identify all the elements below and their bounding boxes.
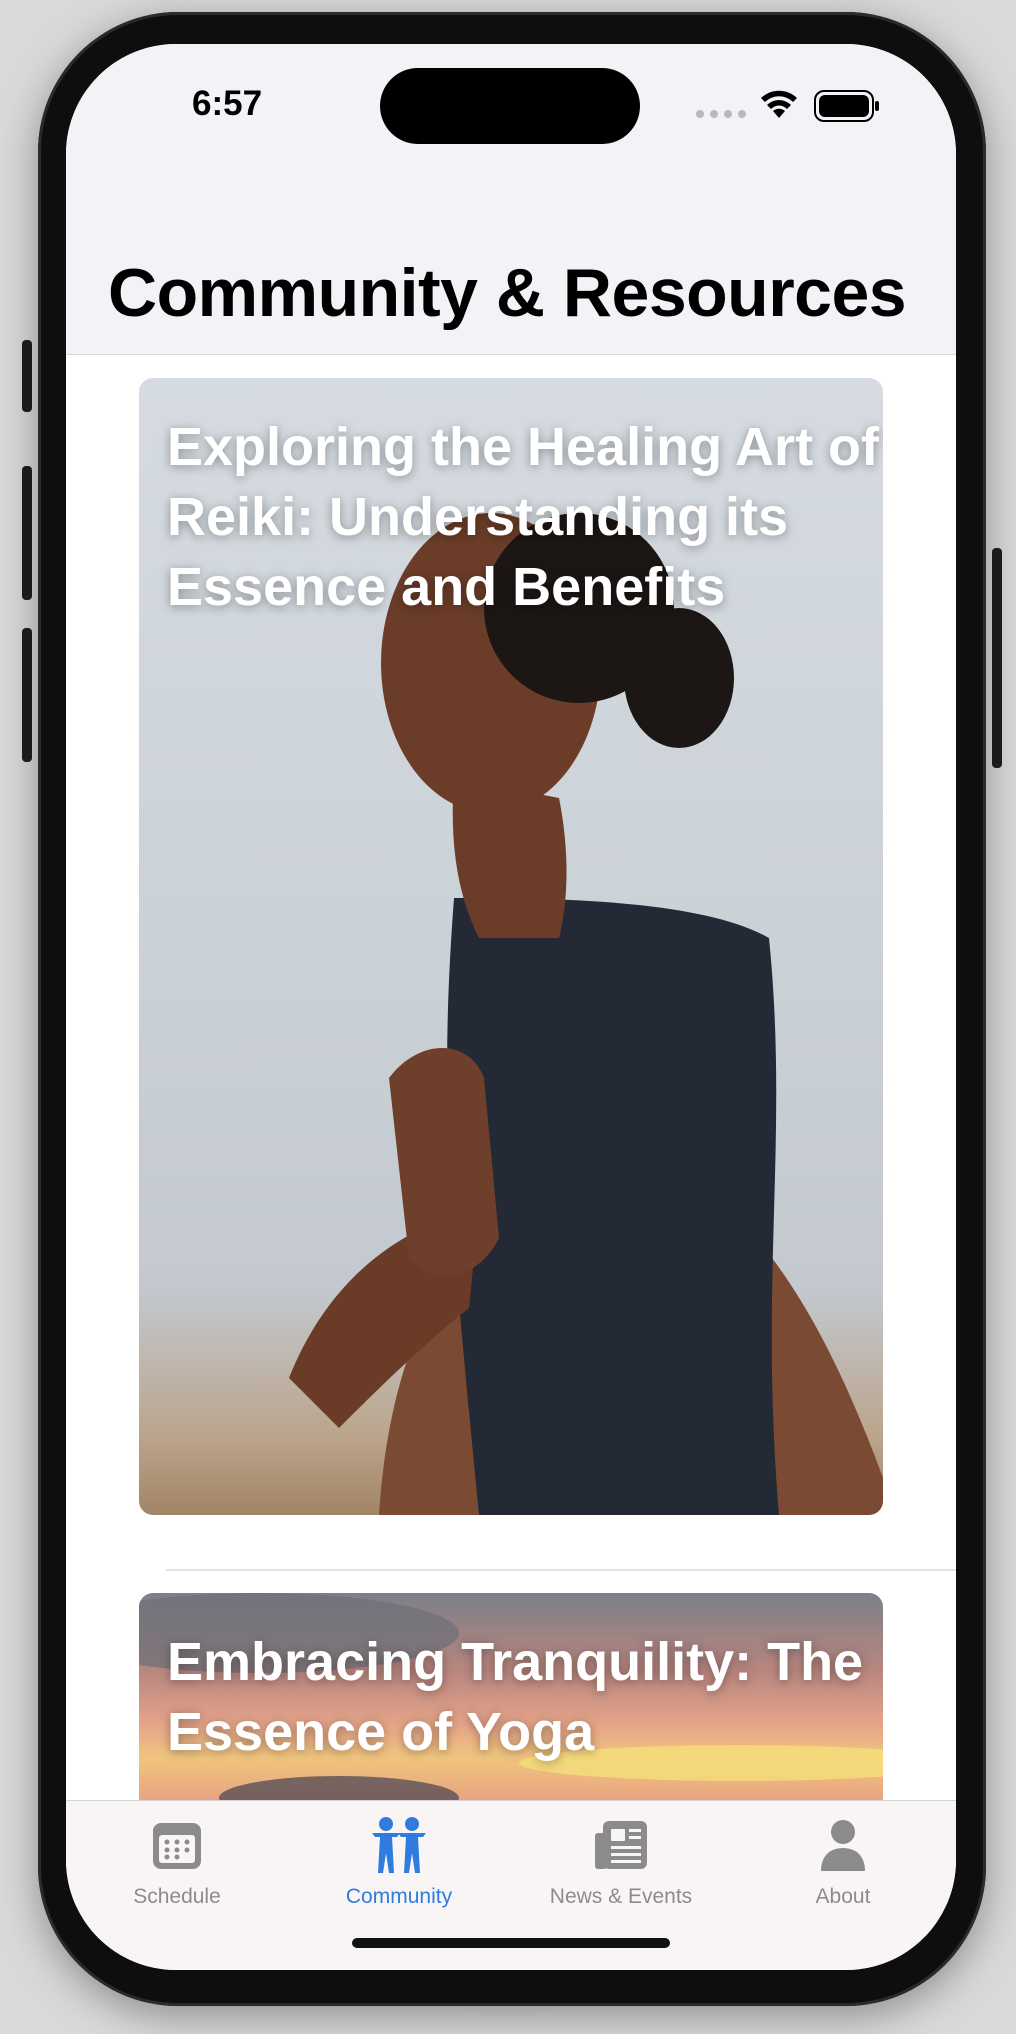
calendar-icon: [153, 1823, 201, 1869]
power-button: [992, 548, 1002, 768]
battery-icon: [814, 90, 879, 122]
tab-label: Community: [345, 1885, 453, 1908]
list-divider: [166, 1569, 956, 1571]
tab-label: About: [815, 1885, 871, 1908]
page-title: Community & Resources: [108, 255, 907, 331]
navigation-header: 6:57 Community & Resources: [66, 44, 956, 355]
tab-label: Schedule: [133, 1885, 221, 1908]
wifi-icon: [761, 90, 797, 118]
cellular-signal-icon: [696, 110, 746, 118]
app-screen: 6:57 Community & Resources Exploring the…: [66, 44, 956, 1970]
article-card-yoga[interactable]: Embracing Tranquility: The Essence of Yo…: [139, 1593, 883, 1813]
tab-community[interactable]: Community: [288, 1815, 510, 1909]
home-indicator[interactable]: [352, 1938, 670, 1948]
article-title: Exploring the Healing Art of Reiki: Unde…: [167, 417, 880, 617]
tab-news-events[interactable]: News & Events: [510, 1815, 732, 1909]
article-title: Embracing Tranquility: The Essence of Yo…: [167, 1632, 864, 1762]
status-time: 6:57: [192, 84, 263, 123]
person-icon: [821, 1820, 865, 1871]
newspaper-icon: [595, 1821, 647, 1869]
dynamic-island: [380, 68, 640, 144]
people-icon: [372, 1817, 426, 1873]
tab-about[interactable]: About: [732, 1815, 954, 1909]
article-card-reiki[interactable]: Exploring the Healing Art of Reiki: Unde…: [139, 378, 883, 1515]
tab-schedule[interactable]: Schedule: [66, 1815, 288, 1909]
tab-label: News & Events: [549, 1885, 693, 1908]
mute-switch: [22, 340, 32, 412]
volume-down-button: [22, 628, 32, 762]
volume-up-button: [22, 466, 32, 600]
